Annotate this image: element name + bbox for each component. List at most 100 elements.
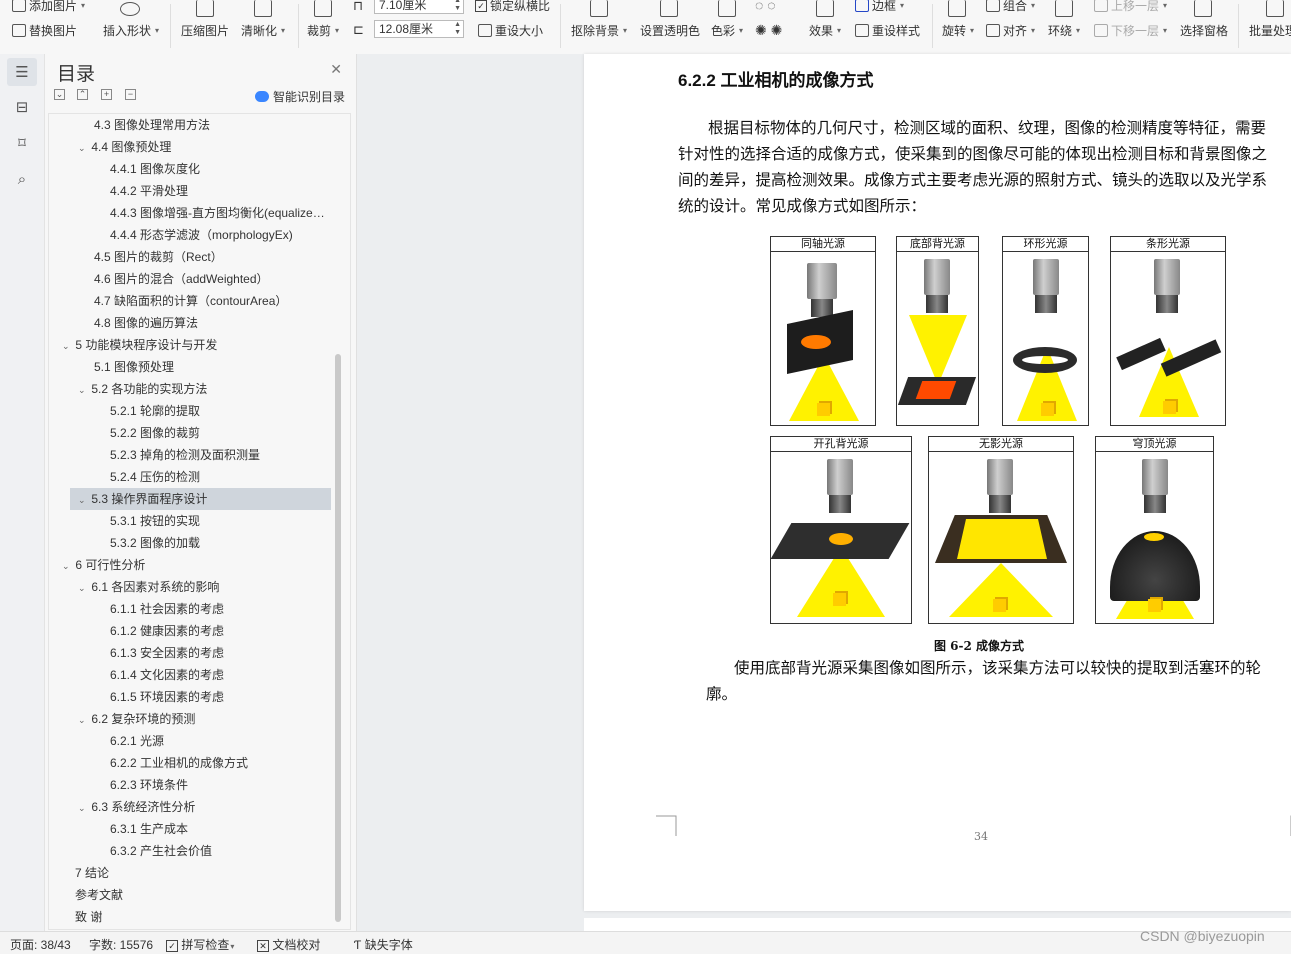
toc-item[interactable]: 5.2.2 图像的裁剪 <box>49 422 331 444</box>
page-count[interactable]: 页面: 38/43 <box>10 936 71 953</box>
expand-toggle-icon[interactable]: ⌄ <box>78 379 88 400</box>
object-cube <box>817 403 830 416</box>
expand-toggle-icon[interactable]: ⌄ <box>78 797 88 818</box>
toc-item[interactable]: 6.2.1 光源 <box>49 730 331 752</box>
checkbox-checked-icon: ✓ <box>166 940 178 952</box>
toc-item[interactable]: 7 结论 <box>49 862 331 884</box>
expand-toggle-icon[interactable]: ⌄ <box>62 335 72 356</box>
rotate-button[interactable]: 旋转 ▾ <box>942 22 974 39</box>
contrast-icon[interactable]: ✺ ✺ <box>755 22 782 39</box>
toc-item[interactable]: 6.1.4 文化因素的考虑 <box>49 664 331 686</box>
add-item-icon[interactable]: + <box>101 89 112 100</box>
expand-toggle-icon[interactable]: ⌄ <box>78 577 88 598</box>
batch-button[interactable]: 批量处理 <box>1249 22 1291 39</box>
outline-icon[interactable]: ⊟ <box>13 98 31 116</box>
expand-toggle-icon[interactable]: ⌄ <box>78 709 88 730</box>
close-icon[interactable]: ✕ <box>330 61 342 78</box>
expand-up-icon[interactable]: ⌃ <box>77 89 88 100</box>
panel-label: 条形光源 <box>1111 237 1225 252</box>
expand-toggle-icon[interactable]: ⌄ <box>62 555 72 576</box>
toc-item[interactable]: 5.1 图像预处理 <box>49 356 331 378</box>
toc-item[interactable]: 4.4.2 平滑处理 <box>49 180 331 202</box>
remove-background-button[interactable]: 抠除背景 ▾ <box>571 22 627 39</box>
toc-item[interactable]: 4.7 缺陷面积的计算（contourArea） <box>49 290 331 312</box>
toc-item[interactable]: 5.3.2 图像的加载 <box>49 532 331 554</box>
toc-item[interactable]: ⌄ 6.2 复杂环境的预测 <box>49 708 331 730</box>
expand-toggle-icon[interactable]: ⌄ <box>78 137 88 158</box>
toc-item[interactable]: 4.5 图片的裁剪（Rect） <box>49 246 331 268</box>
replace-image-button[interactable]: 替换图片 <box>12 22 77 39</box>
border-button[interactable]: 边框 ▾ <box>855 0 904 14</box>
group-button[interactable]: 组合 ▾ <box>986 0 1035 14</box>
toc-item[interactable]: 6.1.1 社会因素的考虑 <box>49 598 331 620</box>
reset-style-button[interactable]: 重设样式 <box>855 22 920 39</box>
width-input[interactable]: 7.10厘米 ▲ ▼ <box>374 0 464 14</box>
replace-image-icon <box>12 24 26 37</box>
toc-item[interactable]: 6.3.2 产生社会价值 <box>49 840 331 862</box>
page-corner-mark <box>656 815 677 836</box>
expand-toggle-icon[interactable]: ⌄ <box>78 489 88 510</box>
move-up-button[interactable]: 上移一层 ▾ <box>1094 0 1167 14</box>
toc-item[interactable]: 6.2.3 环境条件 <box>49 774 331 796</box>
toc-item[interactable]: 参考文献 <box>49 884 331 906</box>
wrap-button[interactable]: 环绕 ▾ <box>1048 22 1080 39</box>
color-button[interactable]: 色彩 ▾ <box>711 22 743 39</box>
bookmark-icon[interactable]: ⌑ <box>13 134 31 152</box>
word-count[interactable]: 字数: 15576 <box>89 936 153 953</box>
figure-panel: 底部背光源 <box>896 236 979 426</box>
toc-item[interactable]: 6.2.2 工业相机的成像方式 <box>49 752 331 774</box>
toc-item[interactable]: 4.4.1 图像灰度化 <box>49 158 331 180</box>
imaging-methods-figure[interactable]: 同轴光源 底部背光源 环形光源 条形光源 开孔背光源 无影光源 穹顶光源 <box>770 234 1230 626</box>
remove-item-icon[interactable]: − <box>125 89 136 100</box>
sharpen-button[interactable]: 清晰化 ▾ <box>241 22 285 39</box>
height-input[interactable]: 12.08厘米 ▲ ▼ <box>374 20 464 38</box>
insert-shape-button[interactable]: 插入形状 ▾ <box>103 22 159 39</box>
toc-item[interactable]: ⌄ 6.3 系统经济性分析 <box>49 796 331 818</box>
toc-item[interactable]: 6.3.1 生产成本 <box>49 818 331 840</box>
compress-image-button[interactable]: 压缩图片 <box>181 22 229 39</box>
brightness-icon[interactable]: ◌ ◌ <box>755 0 776 13</box>
toc-item-label: 5.3.1 按钮的实现 <box>110 514 201 528</box>
toc-item[interactable]: 5.3.1 按钮的实现 <box>49 510 331 532</box>
add-image-button[interactable]: 添加图片 ▾ <box>12 0 85 14</box>
toc-item-label: 6 可行性分析 <box>75 558 146 572</box>
effects-button[interactable]: 效果 ▾ <box>809 22 841 39</box>
object-cube <box>1148 599 1161 612</box>
toc-item[interactable]: ⌄ 5 功能模块程序设计与开发 <box>49 334 331 356</box>
smart-toc-button[interactable]: 智能识别目录 <box>255 88 345 105</box>
toc-item[interactable]: 4.6 图片的混合（addWeighted） <box>49 268 331 290</box>
toc-item[interactable]: 4.8 图像的遍历算法 <box>49 312 331 334</box>
toc-icon[interactable]: ☰ <box>7 58 37 86</box>
toc-item[interactable]: 5.2.4 压伤的检测 <box>49 466 331 488</box>
toc-item[interactable]: 4.3 图像处理常用方法 <box>49 114 331 136</box>
search-icon[interactable]: ⌕ <box>13 170 31 188</box>
toc-item[interactable]: ⌄ 4.4 图像预处理 <box>49 136 331 158</box>
image-icon <box>12 0 26 12</box>
toc-item[interactable]: 4.4.3 图像增强-直方图均衡化(equalizeHist) <box>49 202 331 224</box>
set-transparent-button[interactable]: 设置透明色 <box>640 22 700 39</box>
lock-ratio-checkbox[interactable]: ✓ 锁定纵横比 <box>475 0 550 14</box>
toc-item[interactable]: ⌄ 5.3 操作界面程序设计 <box>70 488 331 510</box>
toc-item[interactable]: ⌄ 6 可行性分析 <box>49 554 331 576</box>
selection-pane-button[interactable]: 选择窗格 <box>1180 22 1228 39</box>
toc-item[interactable]: 5.2.3 掉角的检测及面积测量 <box>49 444 331 466</box>
reset-size-button[interactable]: 重设大小 <box>478 22 543 39</box>
toc-scrollbar[interactable] <box>335 354 341 922</box>
paragraph-2: 使用底部背光源采集图像如图所示，该采集方法可以较快的提取到活塞环的轮 廓。 <box>678 655 1283 707</box>
move-down-button[interactable]: 下移一层 ▾ <box>1094 22 1167 39</box>
toc-item[interactable]: 致 谢 <box>49 906 331 928</box>
toc-item[interactable]: 6.1.5 环境因素的考虑 <box>49 686 331 708</box>
collapse-all-icon[interactable]: ⌄ <box>54 89 65 100</box>
toc-item[interactable]: ⌄ 5.2 各功能的实现方法 <box>49 378 331 400</box>
proofread-button[interactable]: ✕ 文档校对 <box>257 936 320 953</box>
toc-item[interactable]: 4.4.4 形态学滤波（morphologyEx) <box>49 224 331 246</box>
spell-check-button[interactable]: ✓ 拼写检查▾ <box>166 936 234 953</box>
missing-font-button[interactable]: Ƭ 缺失字体 <box>354 936 413 953</box>
align-button[interactable]: 对齐 ▾ <box>986 22 1035 39</box>
toc-item[interactable]: 5.2.1 轮廓的提取 <box>49 400 331 422</box>
paragraph-1: 根据目标物体的几何尺寸，检测区域的面积、纹理，图像的检测精度等特征，需要 针对性… <box>678 115 1283 219</box>
toc-item[interactable]: 6.1.3 安全因素的考虑 <box>49 642 331 664</box>
toc-item[interactable]: 6.1.2 健康因素的考虑 <box>49 620 331 642</box>
crop-button[interactable]: 裁剪 ▾ <box>307 22 339 39</box>
toc-item[interactable]: ⌄ 6.1 各因素对系统的影响 <box>49 576 331 598</box>
